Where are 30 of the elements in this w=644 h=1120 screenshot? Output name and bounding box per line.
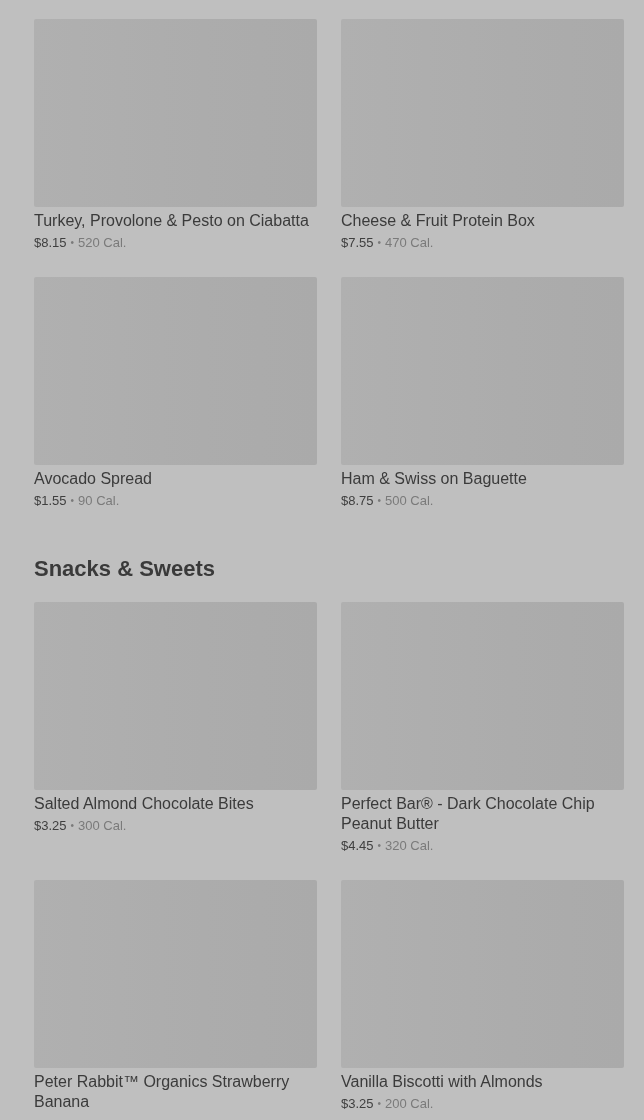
item-price: $3.25 bbox=[341, 1095, 374, 1113]
separator-dot: • bbox=[70, 819, 75, 833]
item-name[interactable]: Cheese & Fruit Protein Box bbox=[341, 211, 624, 231]
item-calories: 90 Cal. bbox=[78, 492, 120, 510]
item-price: $8.75 bbox=[341, 492, 374, 510]
separator-dot: • bbox=[377, 839, 382, 853]
item-price: $8.15 bbox=[34, 234, 67, 252]
item-calories: 500 Cal. bbox=[385, 492, 434, 510]
item-calories: 300 Cal. bbox=[78, 817, 127, 835]
item-price: $1.55 bbox=[34, 492, 67, 510]
item-name[interactable]: Peter Rabbit™ Organics Strawberry Banana bbox=[34, 1072, 317, 1112]
item-name[interactable]: Salted Almond Chocolate Bites bbox=[34, 794, 317, 814]
item-calories: 520 Cal. bbox=[78, 234, 127, 252]
item-calories: 320 Cal. bbox=[385, 837, 434, 855]
separator-dot: • bbox=[377, 1097, 382, 1111]
item-price: $4.45 bbox=[341, 837, 374, 855]
item-price: $7.55 bbox=[341, 234, 374, 252]
separator-dot: • bbox=[70, 236, 75, 250]
item-calories: 470 Cal. bbox=[385, 234, 434, 252]
item-name[interactable]: Perfect Bar® - Dark Chocolate Chip Peanut Butter bbox=[341, 794, 624, 834]
item-price: $3.25 bbox=[34, 817, 67, 835]
item-name[interactable]: Ham & Swiss on Baguette bbox=[341, 469, 624, 489]
item-name[interactable]: Vanilla Biscotti with Almonds bbox=[341, 1072, 624, 1092]
separator-dot: • bbox=[377, 236, 382, 250]
separator-dot: • bbox=[70, 494, 75, 508]
item-name[interactable]: Avocado Spread bbox=[34, 469, 317, 489]
section-heading: Snacks & Sweets bbox=[34, 555, 216, 583]
item-calories: 200 Cal. bbox=[385, 1095, 434, 1113]
separator-dot: • bbox=[377, 494, 382, 508]
item-name[interactable]: Turkey, Provolone & Pesto on Ciabatta bbox=[34, 211, 317, 231]
